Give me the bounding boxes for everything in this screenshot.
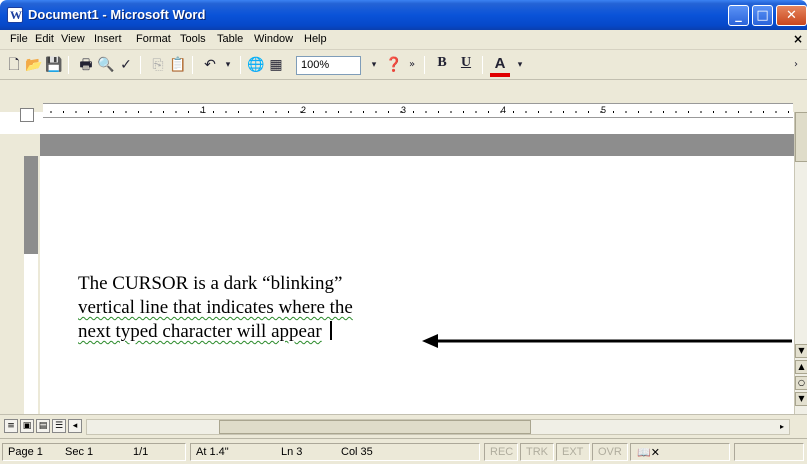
scroll-right-arrow-icon[interactable]: ▸ (775, 420, 789, 434)
spelling-icon[interactable]: ✓ (116, 55, 136, 75)
close-icon: ✕ (786, 8, 797, 23)
vertical-scroll-thumb[interactable] (795, 112, 807, 162)
status-page-section: Page 1 Sec 1 1/1 (2, 443, 186, 461)
menu-window[interactable]: Window (254, 33, 293, 45)
text-line: The CURSOR is a dark “blinking” (78, 273, 343, 294)
status-ext[interactable]: EXT (556, 443, 590, 461)
status-language (734, 443, 804, 461)
ruler-number: 1 (201, 105, 207, 115)
bold-icon[interactable]: B (432, 55, 452, 75)
maximize-icon: □ (756, 8, 769, 23)
text-line: next typed character will appear (78, 320, 458, 344)
text-line-content: next typed character will appear (78, 321, 322, 342)
menu-edit[interactable]: Edit (35, 33, 54, 45)
menu-help[interactable]: Help (304, 33, 327, 45)
minimize-icon: _ (735, 8, 742, 23)
menu-format[interactable]: Format (136, 33, 171, 45)
preview-icon[interactable]: 🔍 (96, 55, 116, 75)
status-spelling-box: 📖✕ (630, 443, 730, 461)
toolbar-separator (424, 56, 425, 74)
save-icon[interactable]: 💾 (44, 55, 64, 75)
status-line: Ln 3 (281, 446, 303, 458)
status-at: At 1.4" (196, 446, 229, 458)
underline-icon[interactable]: U (456, 55, 476, 75)
view-and-scroll-row: ≡ ▣ ▤ ☰ ◂ ▸ (0, 414, 807, 438)
font-color-icon[interactable]: A (490, 55, 510, 77)
menu-file[interactable]: File (10, 33, 28, 45)
web-layout-icon[interactable]: ▣ (20, 419, 34, 433)
table-icon[interactable]: ▦ (266, 55, 286, 75)
ruler-number: 5 (601, 105, 607, 115)
vertical-scrollbar[interactable]: ▼ ▲ ○ ▼ (794, 112, 807, 414)
ruler-ticks (50, 111, 789, 113)
menu-insert[interactable]: Insert (94, 33, 122, 45)
horizontal-scroll-thumb[interactable] (219, 420, 531, 434)
status-column: Col 35 (341, 446, 373, 458)
outline-view-icon[interactable]: ☰ (52, 419, 66, 433)
status-position: At 1.4" Ln 3 Col 35 (190, 443, 480, 461)
horizontal-ruler[interactable]: 1 2 3 4 5 (43, 103, 793, 118)
status-ovr[interactable]: OVR (592, 443, 628, 461)
status-section: Sec 1 (65, 446, 94, 458)
toolbar-separator (240, 56, 241, 74)
undo-icon[interactable]: ↶ (200, 55, 220, 75)
status-bar: Page 1 Sec 1 1/1 At 1.4" Ln 3 Col 35 REC… (0, 438, 807, 464)
normal-view-icon[interactable]: ≡ (4, 419, 18, 433)
document-close-icon[interactable]: × (793, 32, 803, 46)
pointer-arrow (422, 334, 792, 348)
menu-tools[interactable]: Tools (180, 33, 206, 45)
ruler-number: 4 (501, 105, 507, 115)
status-pages: 1/1 (133, 446, 149, 458)
hyperlink-icon[interactable]: 🌐 (246, 55, 266, 75)
previous-page-icon[interactable]: ▲ (795, 360, 807, 374)
print-layout-icon[interactable]: ▤ (36, 419, 50, 433)
scroll-left-arrow-icon[interactable]: ◂ (68, 419, 82, 433)
toolbar-separator (482, 56, 483, 74)
document-text[interactable]: The CURSOR is a dark “blinking” vertical… (78, 272, 458, 344)
next-page-icon[interactable]: ▼ (795, 392, 807, 406)
copy-icon[interactable]: ⎘ (148, 55, 168, 75)
status-page: Page 1 (8, 446, 43, 458)
zoom-box[interactable]: 100% (296, 56, 361, 75)
toolbar-separator (192, 56, 193, 74)
status-trk[interactable]: TRK (520, 443, 554, 461)
tab-selector[interactable] (20, 108, 34, 122)
vertical-ruler-margin (24, 156, 38, 254)
toolbar-separator (140, 56, 141, 74)
paste-icon[interactable]: 📋 (168, 55, 188, 75)
toolbar-separator (68, 56, 69, 74)
close-button[interactable]: ✕ (776, 5, 807, 26)
menu-table[interactable]: Table (217, 33, 243, 45)
ruler-number: 3 (401, 105, 407, 115)
page-margin-band (40, 134, 794, 156)
maximize-button[interactable]: □ (752, 5, 773, 26)
text-cursor (329, 321, 332, 340)
toolbar-options-icon[interactable]: » (402, 55, 422, 75)
text-line-content: vertical line that indicates where the (78, 297, 353, 318)
standard-toolbar: 🗋 📂 💾 🖶 🔍 ✓ ⎘ 📋 ↶ ▾ 🌐 ▦ 100% ▾ ❓ » B U A… (0, 50, 807, 80)
ruler-number: 2 (301, 105, 307, 115)
minimize-button[interactable]: _ (728, 5, 749, 26)
font-color-dropdown-icon[interactable]: ▾ (510, 55, 530, 75)
toolbar-overflow-icon[interactable]: › (786, 55, 806, 75)
window-title: Document1 - Microsoft Word (28, 7, 206, 22)
zoom-dropdown-icon[interactable]: ▾ (364, 55, 384, 75)
title-bar: Document1 - Microsoft Word _ □ ✕ (0, 0, 807, 30)
word-app-icon[interactable] (7, 7, 23, 23)
undo-dropdown-icon[interactable]: ▾ (218, 55, 238, 75)
spelling-status-icon[interactable]: 📖✕ (637, 446, 660, 459)
horizontal-scrollbar[interactable]: ▸ (86, 419, 790, 435)
scroll-down-arrow-icon[interactable]: ▼ (795, 344, 807, 358)
new-icon[interactable]: 🗋 (4, 55, 24, 75)
vertical-ruler-body (24, 254, 38, 414)
menu-view[interactable]: View (61, 33, 85, 45)
text-line: vertical line that indicates where the (78, 296, 458, 320)
print-icon[interactable]: 🖶 (76, 55, 96, 75)
select-browse-object-icon[interactable]: ○ (795, 376, 807, 390)
vertical-ruler[interactable] (0, 134, 40, 414)
status-rec[interactable]: REC (484, 443, 518, 461)
help-icon[interactable]: ❓ (384, 55, 404, 75)
menu-bar: File Edit View Insert Format Tools Table… (0, 30, 807, 50)
open-icon[interactable]: 📂 (24, 55, 44, 75)
